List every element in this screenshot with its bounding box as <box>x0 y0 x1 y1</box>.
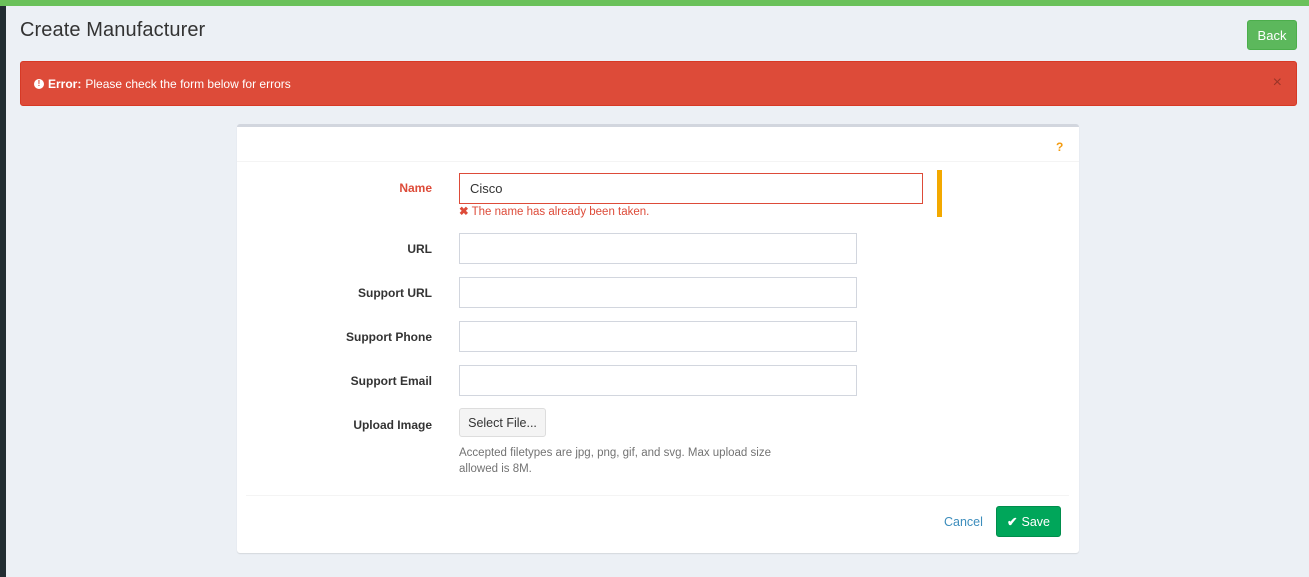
sidebar-edge <box>0 6 6 577</box>
support-url-input[interactable] <box>459 277 857 308</box>
support-email-input[interactable] <box>459 365 857 396</box>
manufacturer-form: ? Name ✖The name has already been taken.… <box>237 124 1079 553</box>
footer-divider <box>246 495 1069 496</box>
name-error: ✖ The name has already been taken. <box>459 204 649 218</box>
name-label: Name <box>399 181 432 195</box>
close-icon[interactable]: × <box>1273 75 1282 91</box>
error-alert: ! Error: Please check the form below for… <box>20 61 1297 106</box>
times-icon: ✖ <box>459 206 469 218</box>
back-button[interactable]: Back <box>1247 20 1297 50</box>
upload-image-label: Upload Image <box>353 418 432 432</box>
upload-help-text: Accepted filetypes are jpg, png, gif, an… <box>459 447 771 475</box>
save-label: Save <box>1021 514 1050 529</box>
page-title: Create Manufacturer <box>20 19 206 41</box>
check-icon: ✔ <box>1007 515 1018 529</box>
required-indicator <box>937 170 942 217</box>
alert-message: Please check the form below for errors <box>85 76 291 91</box>
cancel-link[interactable]: Cancel <box>944 515 983 529</box>
name-input[interactable] <box>459 173 923 204</box>
save-button[interactable]: ✔ Save <box>996 506 1061 537</box>
exclamation-circle-icon: ! <box>34 78 44 89</box>
url-label: URL <box>407 242 432 256</box>
support-url-label: Support URL <box>358 286 432 300</box>
support-phone-input[interactable] <box>459 321 857 352</box>
form-header: ? <box>237 127 1079 162</box>
name-error-text: The name has already been taken. <box>471 206 650 218</box>
support-phone-label: Support Phone <box>346 330 432 344</box>
support-email-label: Support Email <box>350 374 432 388</box>
top-status-strip <box>0 0 1309 6</box>
url-input[interactable] <box>459 233 857 264</box>
alert-title: Error: <box>48 76 82 91</box>
select-file-button[interactable]: Select File... <box>459 408 546 437</box>
question-icon[interactable]: ? <box>1056 140 1063 154</box>
